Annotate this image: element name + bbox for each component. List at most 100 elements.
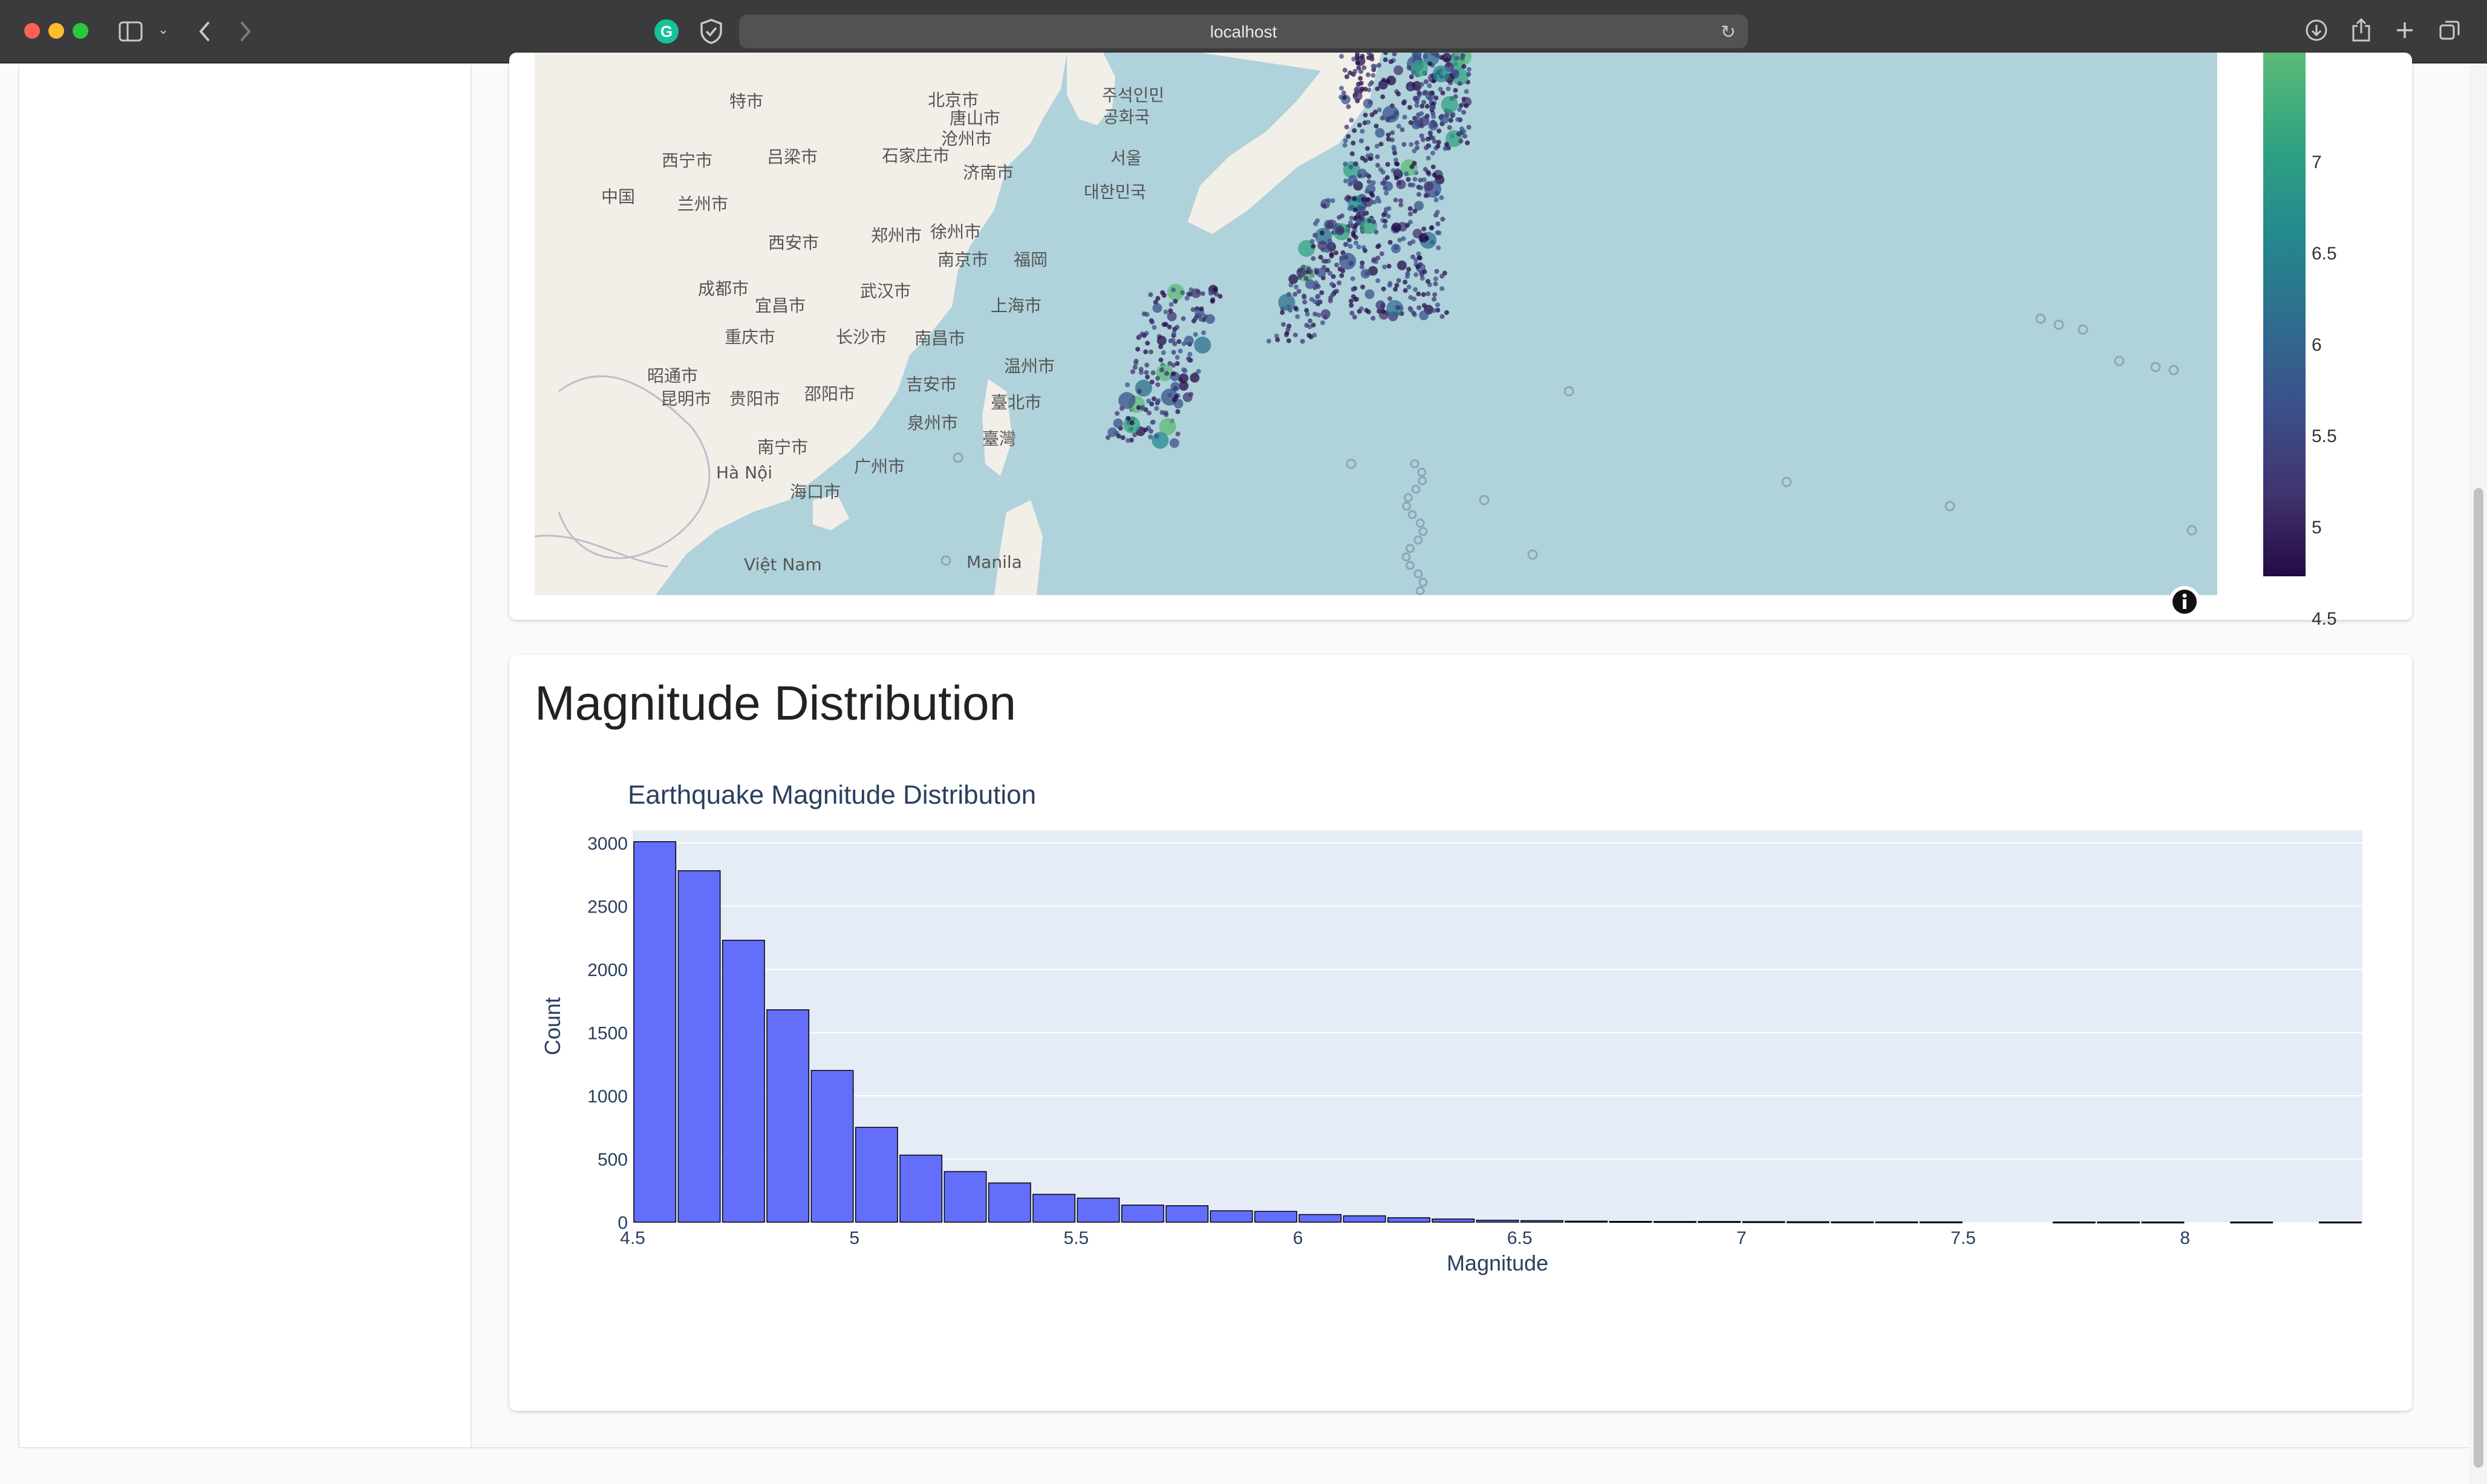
histogram-bar[interactable] (1919, 1221, 1963, 1223)
close-window-button[interactable] (24, 23, 40, 39)
earthquake-marker (1375, 278, 1381, 284)
chevron-down-icon[interactable]: ⌄ (156, 23, 171, 37)
map-canvas[interactable]: 北京市唐山市沧州市济南市石家庄市吕梁市西宁市中国 兰州市郑州市 徐州市西安市南京市成… (535, 53, 2217, 595)
earthquake-marker (1440, 216, 1446, 222)
earthquake-marker (1406, 177, 1411, 182)
earthquake-marker (1311, 256, 1316, 261)
histogram-bar[interactable] (1121, 1205, 1164, 1223)
histogram-bar[interactable] (1565, 1220, 1608, 1223)
colorbar-tick: 5.5 (2312, 426, 2337, 446)
histogram-bar[interactable] (1432, 1219, 1475, 1223)
earthquake-marker (1436, 230, 1442, 236)
histogram-bar[interactable] (2318, 1222, 2362, 1224)
histogram-bar[interactable] (2052, 1222, 2096, 1224)
sidebar-toggle-icon[interactable] (116, 18, 145, 45)
histogram-bar[interactable] (1210, 1210, 1253, 1223)
earthquake-marker (1312, 311, 1318, 317)
histogram-bar[interactable] (722, 940, 765, 1223)
earthquake-marker (1416, 184, 1422, 190)
minimize-window-button[interactable] (48, 23, 64, 39)
earthquake-marker (1190, 307, 1196, 312)
histogram-bar[interactable] (677, 870, 721, 1223)
histogram-bar[interactable] (810, 1070, 854, 1223)
histogram-bar[interactable] (1077, 1197, 1120, 1223)
histogram-bar[interactable] (1299, 1214, 1342, 1223)
earthquake-marker (1193, 372, 1198, 377)
earthquake-marker (1411, 296, 1416, 302)
share-icon[interactable] (2348, 16, 2375, 45)
histogram-bar[interactable] (1387, 1217, 1430, 1223)
earthquake-marker (1426, 155, 1431, 161)
earthquake-marker (1433, 276, 1438, 282)
histogram-bar[interactable] (1476, 1220, 1519, 1223)
earthquake-marker (1308, 318, 1313, 324)
histogram-bar[interactable] (766, 1009, 810, 1223)
histogram-bar[interactable] (1698, 1221, 1741, 1223)
histogram-bar[interactable] (1742, 1221, 1785, 1223)
histogram-bar[interactable] (1343, 1215, 1386, 1223)
histogram-bar[interactable] (633, 841, 677, 1223)
earthquake-map[interactable]: 北京市 唐山市 沧州市 济南市 石家庄市 吕梁市 西宁市 中国 兰州市 郑州市 徐州市 西安市 南京市成… (535, 53, 2217, 595)
earthquake-marker (1375, 154, 1380, 160)
earthquake-marker (1387, 296, 1392, 301)
histogram-bar[interactable] (1254, 1211, 1297, 1223)
histogram-bar[interactable] (1520, 1220, 1563, 1223)
earthquake-marker (1145, 374, 1150, 380)
earthquake-marker (1423, 181, 1433, 191)
map-info-icon[interactable] (2168, 585, 2202, 622)
magnitude-histogram[interactable]: Earthquake Magnitude Distribution 050010… (509, 655, 2412, 1411)
address-bar[interactable]: localhost ↻ (739, 15, 1748, 48)
new-tab-icon[interactable] (2393, 18, 2417, 42)
earthquake-marker (1342, 143, 1348, 148)
earthquake-marker (1405, 223, 1410, 228)
earthquake-marker (1384, 190, 1389, 196)
histogram-bar[interactable] (899, 1154, 943, 1223)
histogram-bar[interactable] (1165, 1205, 1209, 1223)
earthquake-marker (1364, 289, 1375, 299)
earthquake-marker (1409, 74, 1414, 80)
earthquake-marker (1380, 94, 1386, 100)
earthquake-marker (1466, 71, 1472, 77)
tab-overview-icon[interactable] (2437, 18, 2462, 42)
histogram-bar[interactable] (988, 1182, 1031, 1223)
earthquake-marker (1187, 351, 1193, 357)
download-icon[interactable] (2303, 17, 2330, 44)
histogram-bar[interactable] (1786, 1221, 1830, 1223)
histogram-bar[interactable] (1875, 1221, 1918, 1223)
earthquake-marker (1421, 303, 1427, 308)
earthquake-marker (1339, 273, 1345, 278)
earthquake-marker (1213, 287, 1218, 292)
map-card: 北京市 唐山市 沧州市 济南市 石家庄市 吕梁市 西宁市 中国 兰州市 郑州市 徐州市 西安市 南京市成… (509, 53, 2412, 629)
earthquake-marker (1371, 180, 1376, 186)
page-scrollbar[interactable] (2469, 65, 2487, 1484)
maximize-window-button[interactable] (73, 23, 88, 39)
earthquake-marker (1395, 305, 1400, 310)
earthquake-marker (1379, 251, 1384, 256)
histogram-bar[interactable] (2230, 1222, 2274, 1224)
histogram-bar[interactable] (1653, 1221, 1697, 1223)
histogram-bar[interactable] (2097, 1222, 2140, 1224)
map-city-label: 武汉市 (860, 281, 911, 301)
grammarly-extension-icon[interactable]: G (654, 19, 679, 44)
histogram-bar[interactable] (1831, 1221, 1874, 1223)
earthquake-marker (1408, 120, 1413, 125)
earthquake-marker (1181, 316, 1186, 321)
histogram-bar[interactable] (1032, 1194, 1076, 1223)
histogram-bar[interactable] (1609, 1220, 1652, 1223)
reload-icon[interactable]: ↻ (1721, 22, 1736, 43)
histogram-bar[interactable] (2141, 1222, 2185, 1224)
earthquake-marker (1179, 373, 1189, 383)
map-city-label: 广州市 (854, 457, 905, 477)
scrollbar-thumb[interactable] (2474, 488, 2483, 1468)
earthquake-marker (1411, 60, 1429, 77)
back-icon[interactable] (192, 18, 217, 45)
histogram-bar[interactable] (855, 1127, 898, 1223)
shield-extension-icon[interactable] (699, 18, 723, 45)
earthquake-marker (1420, 103, 1425, 109)
earthquake-marker (1178, 348, 1183, 354)
earthquake-marker (1355, 60, 1360, 66)
earthquake-marker (1382, 224, 1387, 229)
histogram-bar[interactable] (944, 1171, 987, 1223)
earthquake-marker (1325, 248, 1330, 253)
forward-icon[interactable] (233, 18, 258, 45)
